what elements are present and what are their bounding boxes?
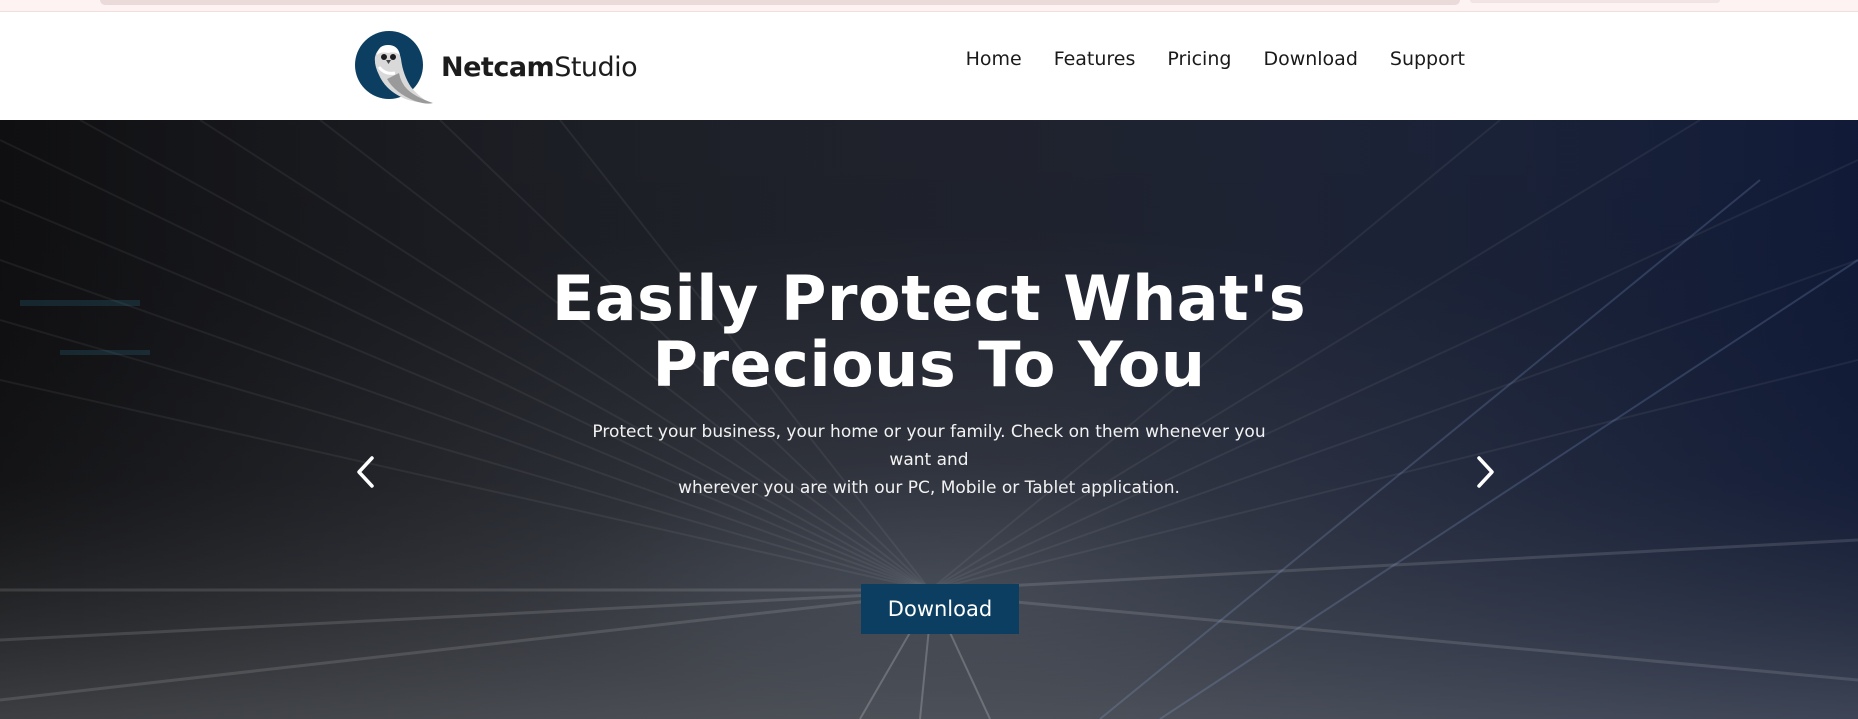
brand-logo-link[interactable]: NetcamStudio [355, 27, 638, 107]
carousel-prev-button[interactable] [345, 448, 385, 496]
hero-slide: Easily Protect What's Precious To You Pr… [0, 120, 1858, 719]
hero-subtitle: Protect your business, your home or your… [579, 418, 1279, 502]
hero-carousel: Easily Protect What's Precious To You Pr… [0, 120, 1858, 719]
hero-title: Easily Protect What's Precious To You [529, 266, 1329, 398]
nav-item-download[interactable]: Download [1263, 48, 1357, 70]
browser-top-strip [0, 0, 1858, 12]
carousel-next-button[interactable] [1466, 448, 1506, 496]
chevron-right-icon [1477, 456, 1494, 488]
top-bar-shape [100, 0, 1460, 5]
nav-item-pricing[interactable]: Pricing [1167, 48, 1231, 70]
hero-subtitle-line2: wherever you are with our PC, Mobile or … [678, 478, 1180, 498]
brand-name-light: Studio [554, 51, 638, 83]
hero-title-line1: Easily Protect What's [551, 262, 1307, 335]
chevron-left-icon [357, 456, 374, 488]
nav-item-support[interactable]: Support [1390, 48, 1465, 70]
brand-name-strong: Netcam [441, 51, 555, 83]
nav-item-home[interactable]: Home [966, 48, 1022, 70]
main-nav: Home Features Pricing Download Support [966, 48, 1465, 70]
site-header: NetcamStudio Home Features Pricing Downl… [0, 12, 1858, 120]
brand-name: NetcamStudio [441, 51, 638, 83]
hero-subtitle-line1: Protect your business, your home or your… [592, 422, 1266, 470]
hero-title-line2: Precious To You [652, 328, 1206, 401]
hero-download-button[interactable]: Download [861, 584, 1019, 634]
top-bar-shape-2 [1470, 0, 1720, 3]
nav-item-features[interactable]: Features [1054, 48, 1136, 70]
owl-logo-icon [355, 27, 435, 107]
